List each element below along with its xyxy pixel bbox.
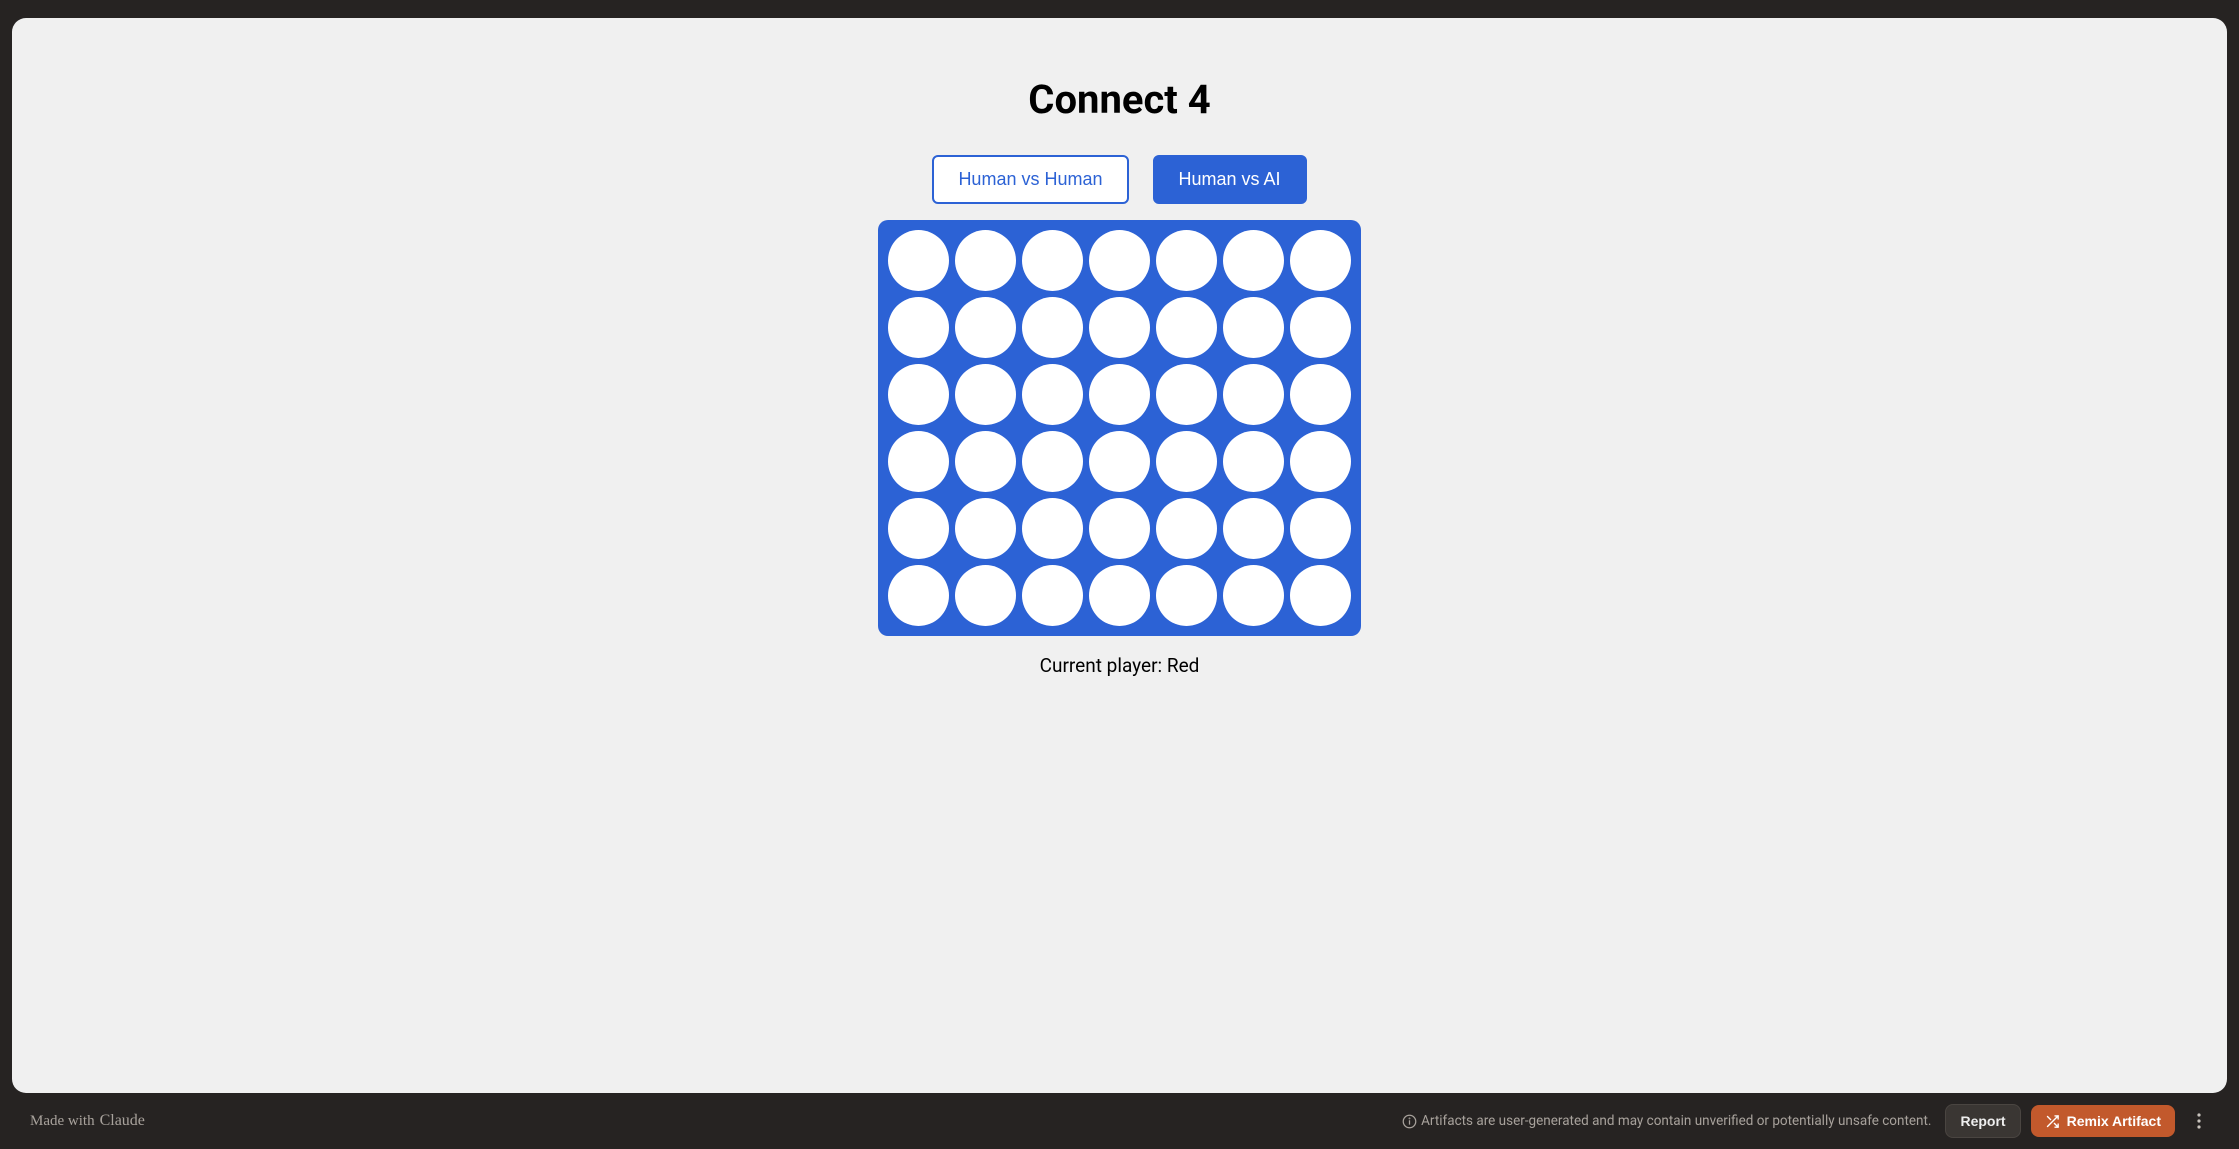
board-cell[interactable] xyxy=(1022,364,1083,425)
current-player-status: Current player: Red xyxy=(1040,654,1200,677)
board-cell[interactable] xyxy=(1089,230,1150,291)
board-cell[interactable] xyxy=(888,364,949,425)
board-cell[interactable] xyxy=(1156,364,1217,425)
board-cell[interactable] xyxy=(1223,498,1284,559)
board-cell[interactable] xyxy=(1156,431,1217,492)
board-cell[interactable] xyxy=(1156,565,1217,626)
board-cell[interactable] xyxy=(1290,498,1351,559)
board-cell[interactable] xyxy=(1290,230,1351,291)
board-cell[interactable] xyxy=(1290,431,1351,492)
board-cell[interactable] xyxy=(1223,364,1284,425)
board-cell[interactable] xyxy=(1089,297,1150,358)
board-cell[interactable] xyxy=(1022,498,1083,559)
board-cell[interactable] xyxy=(1089,364,1150,425)
board-cell[interactable] xyxy=(1089,498,1150,559)
remix-artifact-button[interactable]: Remix Artifact xyxy=(2031,1105,2175,1137)
board-cell[interactable] xyxy=(1156,230,1217,291)
board-cell[interactable] xyxy=(955,431,1016,492)
made-with-claude[interactable]: Made with Claude xyxy=(30,1112,145,1130)
game-board xyxy=(878,220,1361,636)
board-cell[interactable] xyxy=(1290,297,1351,358)
board-cell[interactable] xyxy=(955,297,1016,358)
board-cell[interactable] xyxy=(888,565,949,626)
board-cell[interactable] xyxy=(1022,565,1083,626)
report-button[interactable]: Report xyxy=(1945,1104,2020,1138)
mode-selector: Human vs Human Human vs AI xyxy=(932,155,1306,204)
board-cell[interactable] xyxy=(955,565,1016,626)
shuffle-icon xyxy=(2045,1114,2060,1129)
board-cell[interactable] xyxy=(1223,230,1284,291)
mode-human-vs-human-button[interactable]: Human vs Human xyxy=(932,155,1128,204)
board-cell[interactable] xyxy=(1022,230,1083,291)
board-cell[interactable] xyxy=(1156,297,1217,358)
board-cell[interactable] xyxy=(888,431,949,492)
made-with-prefix: Made with xyxy=(30,1113,95,1130)
board-cell[interactable] xyxy=(1290,364,1351,425)
mode-human-vs-ai-button[interactable]: Human vs AI xyxy=(1153,155,1307,204)
board-cell[interactable] xyxy=(955,364,1016,425)
board-cell[interactable] xyxy=(955,498,1016,559)
board-cell[interactable] xyxy=(888,230,949,291)
board-cell[interactable] xyxy=(1156,498,1217,559)
disclaimer-text: Artifacts are user-generated and may con… xyxy=(1401,1113,1931,1129)
board-cell[interactable] xyxy=(1223,297,1284,358)
board-cell[interactable] xyxy=(1089,431,1150,492)
page-title: Connect 4 xyxy=(1028,76,1210,123)
board-cell[interactable] xyxy=(888,297,949,358)
remix-label: Remix Artifact xyxy=(2067,1113,2161,1129)
board-cell[interactable] xyxy=(1022,431,1083,492)
footer-bar: Made with Claude Artifacts are user-gene… xyxy=(12,1093,2227,1149)
board-cell[interactable] xyxy=(1089,565,1150,626)
board-cell[interactable] xyxy=(888,498,949,559)
info-icon xyxy=(1401,1113,1417,1129)
board-cell[interactable] xyxy=(1290,565,1351,626)
more-menu-button[interactable] xyxy=(2189,1107,2209,1135)
board-cell[interactable] xyxy=(1022,297,1083,358)
board-cell[interactable] xyxy=(1223,565,1284,626)
made-with-brand: Claude xyxy=(100,1112,145,1130)
board-cell[interactable] xyxy=(1223,431,1284,492)
game-viewport: Connect 4 Human vs Human Human vs AI Cur… xyxy=(12,18,2227,1093)
board-cell[interactable] xyxy=(955,230,1016,291)
